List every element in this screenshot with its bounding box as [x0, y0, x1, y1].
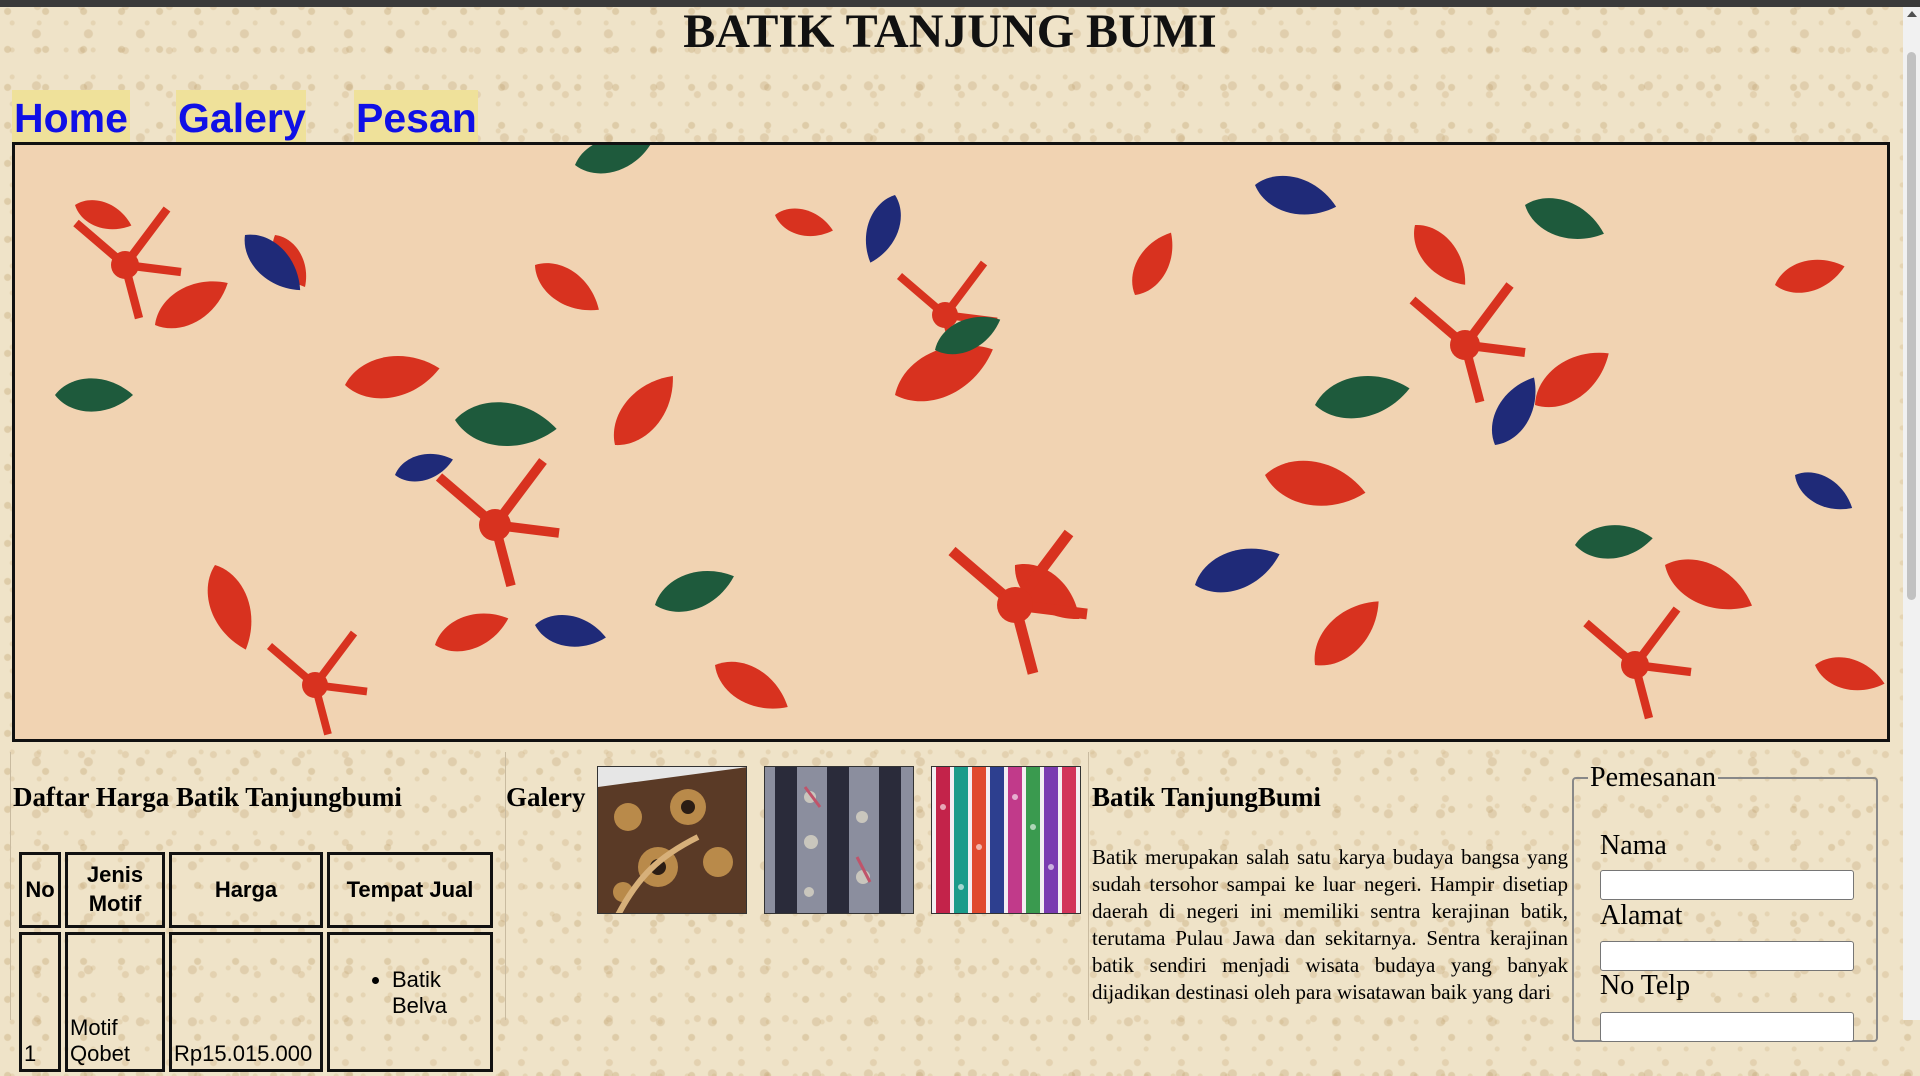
tempat-jual-list: Batik Belva [332, 967, 488, 1019]
page-scrollbar[interactable] [1903, 7, 1920, 1020]
article-body: Batik merupakan salah satu karya budaya … [1092, 845, 1568, 1004]
nama-input[interactable] [1600, 870, 1854, 900]
gallery-thumbnail-1[interactable] [597, 766, 747, 914]
order-form-legend: Pemesanan [1590, 762, 1716, 793]
alamat-input[interactable] [1600, 941, 1854, 971]
cell-harga: Rp15.015.000 [169, 932, 323, 1072]
price-list-heading: Daftar Harga Batik Tanjungbumi [13, 782, 402, 812]
no-telp-input[interactable] [1600, 1012, 1854, 1042]
column-header-harga: Harga [169, 852, 323, 928]
scroll-up-arrow-icon[interactable] [1907, 11, 1917, 17]
column-header-jenis-motif: Jenis Motif [65, 852, 165, 928]
cell-no: 1 [19, 932, 61, 1072]
gallery-section: Galery [506, 752, 1089, 1020]
nav-link-pesan[interactable]: Pesan [354, 90, 478, 142]
price-list-section: Daftar Harga Batik Tanjungbumi No Jenis … [10, 752, 506, 1072]
nama-label: Nama [1600, 830, 1667, 861]
price-table: No Jenis Motif Harga Tempat Jual 1 Motif… [15, 848, 497, 1076]
gallery-label: Galery [506, 782, 586, 812]
table-header-row: No Jenis Motif Harga Tempat Jual [19, 852, 493, 928]
nav-link-galery[interactable]: Galery [176, 90, 306, 142]
gallery-thumbnail-3[interactable] [931, 766, 1081, 914]
alamat-label: Alamat [1600, 900, 1683, 931]
no-telp-label: No Telp [1600, 970, 1691, 1001]
batik-banner-image [12, 142, 1890, 742]
gallery-thumbnail-2[interactable] [764, 766, 914, 914]
nav-link-home[interactable]: Home [12, 90, 130, 142]
column-header-tempat-jual: Tempat Jual [327, 852, 493, 928]
column-header-no: No [19, 852, 61, 928]
cell-tempat-jual: Batik Belva [327, 932, 493, 1072]
cell-motif: Motif Qobet [65, 932, 165, 1072]
list-item: Batik Belva [392, 967, 488, 1019]
site-title: BATIK TANJUNG BUMI [683, 5, 1217, 58]
table-row: 1 Motif Qobet Rp15.015.000 Batik Belva [19, 932, 493, 1072]
article-section: Batik TanjungBumi Batik merupakan salah … [1092, 752, 1570, 1020]
article-heading: Batik TanjungBumi [1092, 782, 1321, 812]
scrollbar-thumb[interactable] [1907, 52, 1916, 600]
order-form: Pemesanan Nama Alamat No Telp [1572, 762, 1878, 1042]
